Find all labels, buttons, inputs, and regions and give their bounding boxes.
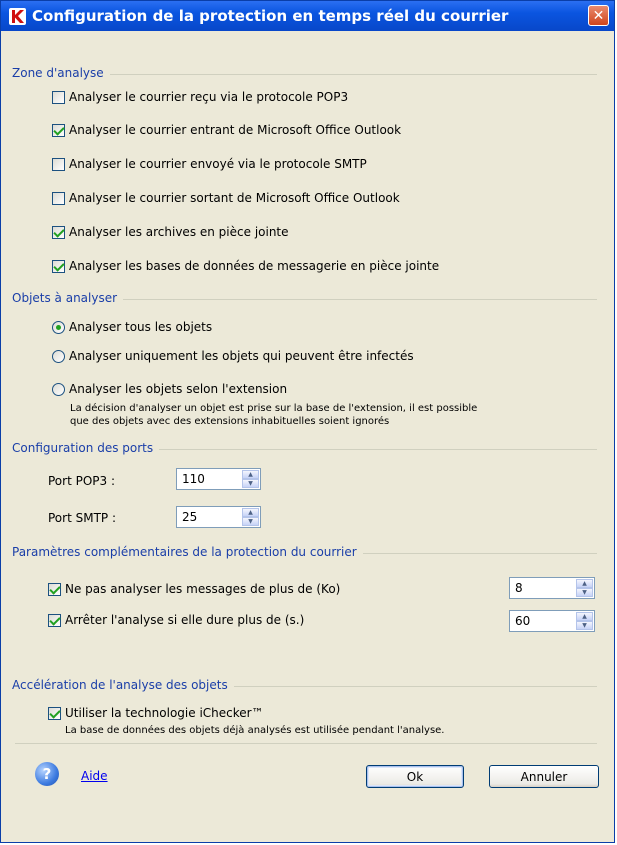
pop3-down-arrow-icon[interactable]: ▼ xyxy=(242,479,259,488)
max-time-value[interactable]: 60 xyxy=(510,614,576,628)
scan-infectable-option[interactable]: Analyser uniquement les objets qui peuve… xyxy=(52,349,414,363)
smtp-port-value[interactable]: 25 xyxy=(177,510,242,524)
scan-smtp-option[interactable]: Analyser le courrier envoyé via le proto… xyxy=(52,157,367,171)
max-time-stepper[interactable]: 60 ▲ ▼ xyxy=(509,610,595,632)
extension-description-line2: que des objets avec des extensions inhab… xyxy=(70,416,390,427)
scan-mail-db-checkbox[interactable] xyxy=(52,259,65,273)
kaspersky-logo-icon xyxy=(9,8,26,25)
max-time-checkbox[interactable] xyxy=(48,613,61,627)
pop3-up-arrow-icon[interactable]: ▲ xyxy=(242,470,259,479)
max-size-checkbox[interactable] xyxy=(48,582,61,596)
scan-outlook-outgoing-checkbox[interactable] xyxy=(52,191,65,205)
scan-outlook-incoming-checkbox[interactable] xyxy=(52,123,65,137)
smtp-port-label: Port SMTP : xyxy=(48,511,116,525)
scan-pop3-label: Analyser le courrier reçu via le protoco… xyxy=(69,90,349,104)
scan-outlook-outgoing-option[interactable]: Analyser le courrier sortant de Microsof… xyxy=(52,191,400,205)
ok-button[interactable]: Ok xyxy=(366,765,464,788)
scan-pop3-option[interactable]: Analyser le courrier reçu via le protoco… xyxy=(52,90,348,104)
help-question-icon[interactable]: ? xyxy=(35,762,59,786)
objets-header: Objets à analyser xyxy=(12,291,124,305)
ports-header: Configuration des ports xyxy=(12,441,160,455)
scan-all-objects-label: Analyser tous les objets xyxy=(69,320,213,334)
scan-archives-label: Analyser les archives en pièce jointe xyxy=(69,225,289,239)
scan-pop3-checkbox[interactable] xyxy=(52,90,65,104)
smtp-port-stepper[interactable]: 25 ▲ ▼ xyxy=(176,506,261,528)
footer-separator xyxy=(15,743,597,744)
max-size-label: Ne pas analyser les messages de plus de … xyxy=(65,582,341,596)
max-size-down-arrow-icon[interactable]: ▼ xyxy=(576,588,593,597)
scan-outlook-incoming-option[interactable]: Analyser le courrier entrant de Microsof… xyxy=(52,123,401,137)
max-time-up-arrow-icon[interactable]: ▲ xyxy=(576,612,593,621)
scan-outlook-outgoing-label: Analyser le courrier sortant de Microsof… xyxy=(69,191,400,205)
scan-archives-checkbox[interactable] xyxy=(52,225,65,239)
pop3-port-value[interactable]: 110 xyxy=(177,472,242,486)
acceleration-header: Accélération de l'analyse des objets xyxy=(12,678,234,692)
close-button[interactable]: ✕ xyxy=(588,5,609,26)
max-time-option[interactable]: Arrêter l'analyse si elle dure plus de (… xyxy=(48,613,304,627)
cancel-button[interactable]: Annuler xyxy=(489,765,599,788)
smtp-up-arrow-icon[interactable]: ▲ xyxy=(242,508,259,517)
extension-description-line1: La décision d'analyser un objet est pris… xyxy=(70,403,478,414)
max-time-label: Arrêter l'analyse si elle dure plus de (… xyxy=(65,613,305,627)
scan-infectable-label: Analyser uniquement les objets qui peuve… xyxy=(69,349,414,363)
scan-outlook-incoming-label: Analyser le courrier entrant de Microsof… xyxy=(69,123,402,137)
ichecker-label: Utiliser la technologie iChecker™ xyxy=(65,706,264,720)
max-size-stepper[interactable]: 8 ▲ ▼ xyxy=(509,577,595,599)
zone-analyse-header: Zone d'analyse xyxy=(12,66,110,80)
close-icon: ✕ xyxy=(592,7,605,24)
window-title: Configuration de la protection en temps … xyxy=(32,7,509,25)
dialog-client-area: Zone d'analyse Analyser le courrier reçu… xyxy=(4,31,611,839)
smtp-down-arrow-icon[interactable]: ▼ xyxy=(242,517,259,526)
scan-mail-db-label: Analyser les bases de données de message… xyxy=(69,259,440,273)
ichecker-description: La base de données des objets déjà analy… xyxy=(65,725,445,736)
scan-all-objects-option[interactable]: Analyser tous les objets xyxy=(52,320,212,334)
scan-by-extension-label: Analyser les objets selon l'extension xyxy=(69,382,288,396)
scan-smtp-checkbox[interactable] xyxy=(52,157,65,171)
max-size-up-arrow-icon[interactable]: ▲ xyxy=(576,579,593,588)
max-size-option[interactable]: Ne pas analyser les messages de plus de … xyxy=(48,582,340,596)
title-bar[interactable]: Configuration de la protection en temps … xyxy=(1,1,614,31)
pop3-port-label: Port POP3 : xyxy=(48,474,116,488)
scan-infectable-radio[interactable] xyxy=(52,349,65,363)
scan-archives-option[interactable]: Analyser les archives en pièce jointe xyxy=(52,225,289,239)
max-time-down-arrow-icon[interactable]: ▼ xyxy=(576,621,593,630)
ichecker-checkbox[interactable] xyxy=(48,706,61,720)
scan-mail-db-option[interactable]: Analyser les bases de données de message… xyxy=(52,259,439,273)
config-dialog: Configuration de la protection en temps … xyxy=(0,0,615,843)
params-header: Paramètres complémentaires de la protect… xyxy=(12,545,363,559)
scan-all-objects-radio[interactable] xyxy=(52,320,65,334)
scan-by-extension-radio[interactable] xyxy=(52,382,65,396)
help-link[interactable]: Aide xyxy=(81,769,108,783)
ichecker-option[interactable]: Utiliser la technologie iChecker™ xyxy=(48,706,264,720)
pop3-port-stepper[interactable]: 110 ▲ ▼ xyxy=(176,468,261,490)
scan-by-extension-option[interactable]: Analyser les objets selon l'extension xyxy=(52,382,287,396)
max-size-value[interactable]: 8 xyxy=(510,581,576,595)
scan-smtp-label: Analyser le courrier envoyé via le proto… xyxy=(69,157,367,171)
